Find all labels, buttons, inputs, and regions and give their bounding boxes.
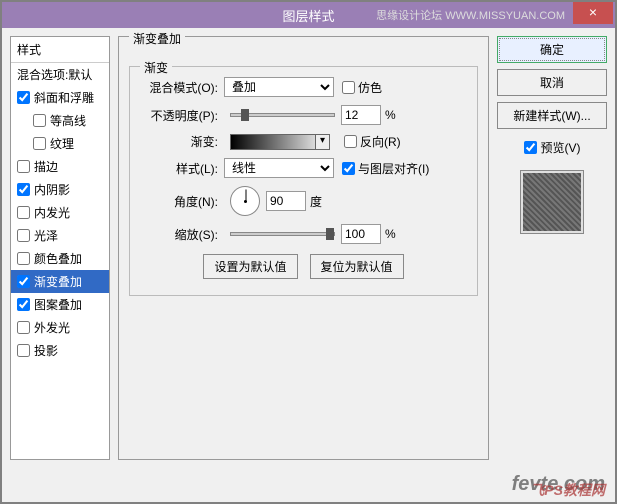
style-item-label: 内发光 — [34, 204, 70, 221]
cancel-button[interactable]: 取消 — [497, 69, 607, 96]
default-buttons-row: 设置为默认值 复位为默认值 — [138, 254, 469, 279]
preview-checkbox[interactable]: 预览(V) — [497, 139, 607, 156]
style-item-9[interactable]: 图案叠加 — [11, 293, 109, 316]
titlebar: 图层样式 思缘设计论坛 WWW.MISSYUAN.COM × — [2, 2, 615, 28]
style-item-10[interactable]: 外发光 — [11, 316, 109, 339]
style-item-4[interactable]: 内阴影 — [11, 178, 109, 201]
set-default-button[interactable]: 设置为默认值 — [203, 254, 297, 279]
opacity-label: 不透明度(P): — [138, 107, 218, 124]
opacity-slider[interactable] — [230, 113, 335, 117]
style-item-1[interactable]: 等高线 — [11, 109, 109, 132]
style-select[interactable]: 线性 — [224, 158, 334, 178]
gradient-picker[interactable]: ▾ — [230, 134, 330, 150]
angle-label: 角度(N): — [138, 193, 218, 210]
blend-options-default[interactable]: 混合选项:默认 — [11, 63, 109, 86]
style-checkbox[interactable] — [17, 229, 30, 242]
branding-text: 思缘设计论坛 WWW.MISSYUAN.COM — [376, 7, 565, 23]
action-panel: 确定 取消 新建样式(W)... 预览(V) — [497, 36, 607, 460]
align-checkbox[interactable]: 与图层对齐(I) — [342, 160, 429, 177]
opacity-input[interactable] — [341, 105, 381, 125]
style-item-label: 光泽 — [34, 227, 58, 244]
style-checkbox[interactable] — [17, 183, 30, 196]
style-item-7[interactable]: 颜色叠加 — [11, 247, 109, 270]
style-item-11[interactable]: 投影 — [11, 339, 109, 362]
gradient-fieldset: 渐变 混合模式(O): 叠加 仿色 不透明度(P): % 渐变: ▾ 反向(R)… — [129, 66, 478, 296]
chevron-down-icon[interactable]: ▾ — [315, 135, 329, 149]
watermark-sub: 飞PS教程网 — [530, 480, 605, 500]
style-item-label: 内阴影 — [34, 181, 70, 198]
angle-row: 角度(N): 度 — [138, 186, 469, 216]
style-item-label: 斜面和浮雕 — [34, 89, 94, 106]
style-label: 样式(L): — [138, 160, 218, 177]
scale-label: 缩放(S): — [138, 226, 218, 243]
scale-row: 缩放(S): % — [138, 224, 469, 244]
degree-label: 度 — [310, 193, 322, 210]
styles-header: 样式 — [11, 37, 109, 63]
styles-list: 样式 混合选项:默认 斜面和浮雕等高线纹理描边内阴影内发光光泽颜色叠加渐变叠加图… — [10, 36, 110, 460]
opacity-row: 不透明度(P): % — [138, 105, 469, 125]
angle-dial[interactable] — [230, 186, 260, 216]
style-item-label: 渐变叠加 — [34, 273, 82, 290]
style-item-label: 等高线 — [50, 112, 86, 129]
preview-thumbnail — [520, 170, 584, 234]
style-checkbox[interactable] — [33, 114, 46, 127]
style-item-label: 描边 — [34, 158, 58, 175]
style-item-label: 外发光 — [34, 319, 70, 336]
blend-mode-select[interactable]: 叠加 — [224, 77, 334, 97]
style-checkbox[interactable] — [17, 160, 30, 173]
percent-label: % — [385, 108, 396, 122]
style-item-3[interactable]: 描边 — [11, 155, 109, 178]
style-checkbox[interactable] — [17, 275, 30, 288]
style-item-8[interactable]: 渐变叠加 — [11, 270, 109, 293]
style-item-0[interactable]: 斜面和浮雕 — [11, 86, 109, 109]
style-checkbox[interactable] — [17, 91, 30, 104]
gradient-row: 渐变: ▾ 反向(R) — [138, 133, 469, 150]
style-item-label: 纹理 — [50, 135, 74, 152]
reverse-checkbox[interactable]: 反向(R) — [344, 133, 401, 150]
dither-checkbox[interactable]: 仿色 — [342, 79, 382, 96]
percent-label-2: % — [385, 227, 396, 241]
content-area: 样式 混合选项:默认 斜面和浮雕等高线纹理描边内阴影内发光光泽颜色叠加渐变叠加图… — [2, 28, 615, 468]
style-item-5[interactable]: 内发光 — [11, 201, 109, 224]
gradient-label: 渐变: — [138, 133, 218, 150]
style-checkbox[interactable] — [33, 137, 46, 150]
scale-input[interactable] — [341, 224, 381, 244]
style-checkbox[interactable] — [17, 344, 30, 357]
reset-default-button[interactable]: 复位为默认值 — [310, 254, 404, 279]
style-checkbox[interactable] — [17, 206, 30, 219]
blend-mode-row: 混合模式(O): 叠加 仿色 — [138, 77, 469, 97]
settings-panel: 渐变叠加 渐变 混合模式(O): 叠加 仿色 不透明度(P): % 渐变: ▾ … — [118, 36, 489, 460]
style-item-6[interactable]: 光泽 — [11, 224, 109, 247]
style-item-label: 颜色叠加 — [34, 250, 82, 267]
style-item-label: 图案叠加 — [34, 296, 82, 313]
style-row: 样式(L): 线性 与图层对齐(I) — [138, 158, 469, 178]
ok-button[interactable]: 确定 — [497, 36, 607, 63]
fieldset-title: 渐变 — [140, 59, 172, 76]
close-button[interactable]: × — [573, 2, 613, 24]
style-checkbox[interactable] — [17, 321, 30, 334]
style-checkbox[interactable] — [17, 298, 30, 311]
scale-slider[interactable] — [230, 232, 335, 236]
style-item-label: 投影 — [34, 342, 58, 359]
blend-mode-label: 混合模式(O): — [138, 79, 218, 96]
angle-input[interactable] — [266, 191, 306, 211]
style-checkbox[interactable] — [17, 252, 30, 265]
new-style-button[interactable]: 新建样式(W)... — [497, 102, 607, 129]
section-title: 渐变叠加 — [129, 32, 185, 46]
style-item-2[interactable]: 纹理 — [11, 132, 109, 155]
